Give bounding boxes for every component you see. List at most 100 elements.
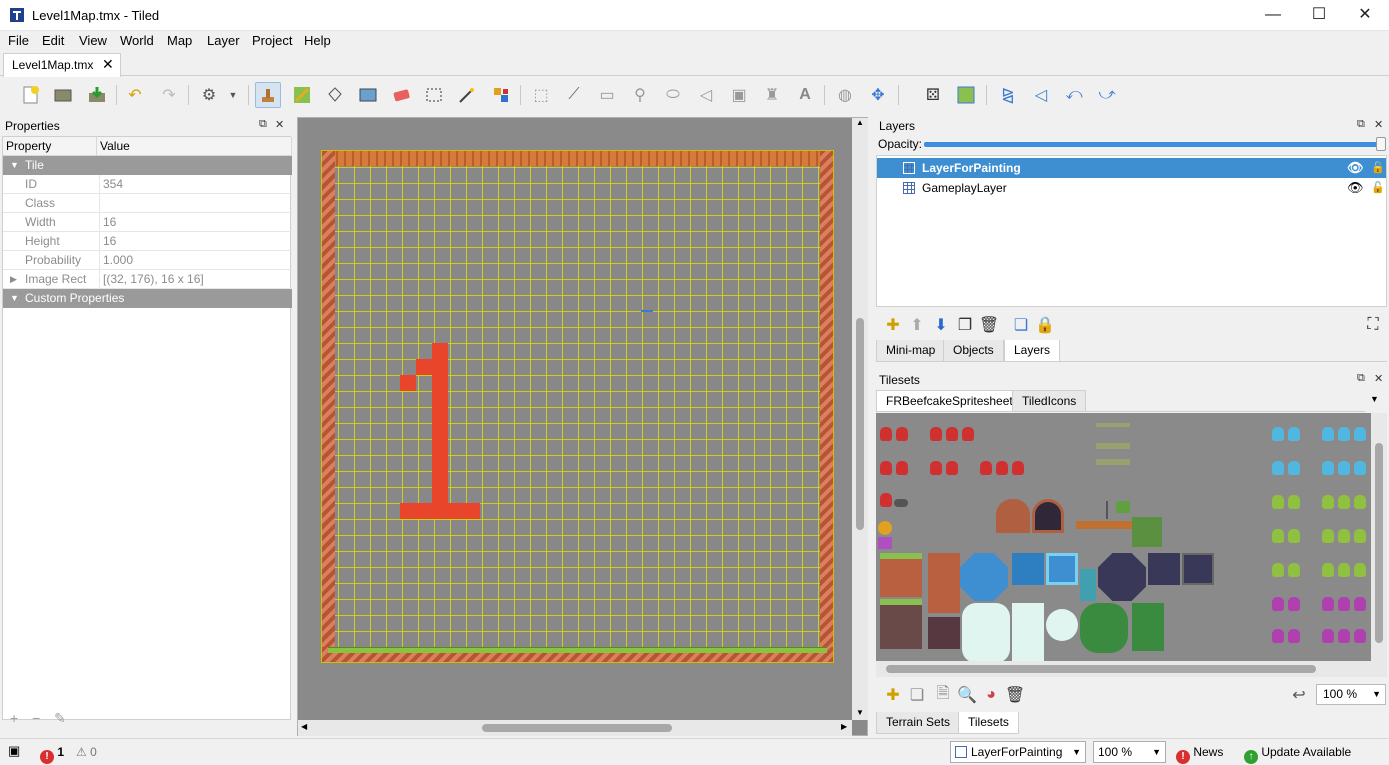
- grass-tile[interactable]: [1132, 517, 1162, 547]
- property-row-width[interactable]: Width 16: [3, 213, 292, 232]
- sprite-tile[interactable]: [1272, 629, 1284, 643]
- update-available-button[interactable]: ↑ Update Available: [1244, 743, 1351, 764]
- property-row-height[interactable]: Height 16: [3, 232, 292, 251]
- show-hide-other-layers-icon[interactable]: ❏: [1008, 312, 1034, 338]
- close-panel-icon[interactable]: ✕: [275, 118, 284, 131]
- document-tab[interactable]: Level1Map.tmx ✕: [3, 53, 121, 77]
- stamp-brush-icon[interactable]: [255, 82, 281, 108]
- float-panel-icon[interactable]: ⧉: [1357, 118, 1365, 131]
- sprite-tile[interactable]: [1272, 461, 1284, 475]
- insert-polygon-icon[interactable]: ◁: [693, 82, 719, 108]
- flag-tile[interactable]: [1116, 501, 1130, 513]
- tab-tiledicons[interactable]: TiledIcons: [1012, 390, 1087, 412]
- property-row-id[interactable]: ID 354: [3, 175, 292, 194]
- sprite-tile[interactable]: [930, 427, 942, 441]
- collapse-arrow-icon[interactable]: ▼: [10, 156, 19, 174]
- close-tab-icon[interactable]: ✕: [102, 56, 114, 73]
- tab-objects[interactable]: Objects: [943, 340, 1004, 362]
- new-tileset-icon[interactable]: ✚: [880, 682, 906, 708]
- menu-file[interactable]: File: [8, 33, 29, 48]
- float-panel-icon[interactable]: ⧉: [1357, 372, 1365, 385]
- menu-view[interactable]: View: [79, 33, 107, 48]
- sprite-tile[interactable]: [1354, 495, 1366, 509]
- platform-tile[interactable]: [1096, 443, 1130, 449]
- duplicate-layer-icon[interactable]: ❐: [952, 312, 978, 338]
- lock-other-layers-icon[interactable]: 🔒: [1032, 312, 1058, 338]
- current-layer-combo[interactable]: LayerForPainting ▼: [950, 741, 1086, 763]
- sprite-tile[interactable]: [1322, 427, 1334, 441]
- platform-tile[interactable]: [1096, 423, 1130, 427]
- unlock-icon[interactable]: 🔓: [1371, 178, 1385, 198]
- rename-property-icon[interactable]: ✎: [54, 710, 66, 726]
- news-button[interactable]: ! News: [1176, 743, 1223, 764]
- map-zoom-combo[interactable]: 100 % ▼: [1093, 741, 1166, 763]
- random-mode-icon[interactable]: ⚄: [920, 82, 946, 108]
- opacity-slider[interactable]: [924, 142, 1382, 147]
- dark-ground-tile[interactable]: [880, 599, 922, 649]
- cloud-tile[interactable]: [962, 603, 1010, 663]
- close-panel-icon[interactable]: ✕: [1374, 372, 1383, 385]
- sprite-tile[interactable]: [1354, 529, 1366, 543]
- shape-fill-icon[interactable]: [355, 82, 381, 108]
- remove-tileset-icon[interactable]: 🗑: [1002, 682, 1028, 708]
- property-row-class[interactable]: Class: [3, 194, 292, 213]
- sprite-tile[interactable]: [1272, 495, 1284, 509]
- blue-tile[interactable]: [1012, 553, 1044, 585]
- sprite-tile[interactable]: [1338, 427, 1350, 441]
- dark-door-tile[interactable]: [1032, 499, 1064, 533]
- expand-arrow-icon[interactable]: ▶: [10, 270, 17, 288]
- sprite-tile[interactable]: [1288, 529, 1300, 543]
- insert-tile-icon[interactable]: ▣: [726, 82, 752, 108]
- sprite-tile[interactable]: [1338, 495, 1350, 509]
- opacity-slider-handle[interactable]: [1376, 137, 1386, 151]
- tileset-horizontal-scroll-thumb[interactable]: [886, 665, 1316, 673]
- raise-layer-icon[interactable]: ⬆: [904, 312, 930, 338]
- ground-grass-tile[interactable]: [880, 553, 922, 597]
- remove-property-icon[interactable]: −: [32, 710, 40, 726]
- wang-fill-icon[interactable]: [953, 82, 979, 108]
- rect-select-icon[interactable]: [421, 82, 447, 108]
- select-same-tile-icon[interactable]: [488, 82, 514, 108]
- menu-layer[interactable]: Layer: [207, 33, 240, 48]
- tileset-tabs-dropdown-icon[interactable]: ▼: [1370, 394, 1379, 404]
- menu-world[interactable]: World: [120, 33, 154, 48]
- rock-tile[interactable]: [894, 499, 908, 507]
- sprite-tile[interactable]: [1354, 427, 1366, 441]
- rotate-right-icon[interactable]: ⤻: [1094, 82, 1120, 108]
- sprite-tile[interactable]: [1354, 629, 1366, 643]
- lower-layer-icon[interactable]: ⬇: [928, 312, 954, 338]
- insert-template-icon[interactable]: ♜: [759, 82, 785, 108]
- sprite-tile[interactable]: [1012, 461, 1024, 475]
- float-panel-icon[interactable]: ⧉: [259, 118, 267, 131]
- add-property-icon[interactable]: +: [10, 710, 18, 726]
- console-icon[interactable]: ▣: [8, 742, 20, 760]
- platform-tile[interactable]: [1096, 459, 1130, 465]
- bucket-fill-icon[interactable]: [322, 82, 348, 108]
- save-icon[interactable]: [84, 82, 110, 108]
- sprite-tile[interactable]: [1322, 629, 1334, 643]
- magic-wand-icon[interactable]: [454, 82, 480, 108]
- sprite-tile[interactable]: [1272, 563, 1284, 577]
- sprite-tile[interactable]: [1338, 461, 1350, 475]
- minimize-button[interactable]: —: [1250, 0, 1296, 31]
- edit-polygons-icon[interactable]: ⟋: [561, 82, 587, 108]
- sprite-tile[interactable]: [996, 461, 1008, 475]
- edit-tileset-icon[interactable]: 🔍: [954, 682, 980, 708]
- warning-count[interactable]: ⚠ 0: [76, 743, 97, 761]
- sprite-tile[interactable]: [1354, 461, 1366, 475]
- tileset-horizontal-scrollbar[interactable]: [876, 661, 1371, 677]
- sprite-tile[interactable]: [1272, 427, 1284, 441]
- embed-tileset-icon[interactable]: ❏: [904, 682, 930, 708]
- tileset-zoom-select[interactable]: 100 % ▼: [1316, 684, 1386, 705]
- sprite-tile[interactable]: [1288, 629, 1300, 643]
- sprite-tile[interactable]: [880, 493, 892, 507]
- tab-tilesets[interactable]: Tilesets: [958, 712, 1019, 734]
- tileset-vertical-scroll-thumb[interactable]: [1375, 443, 1383, 643]
- close-button[interactable]: ✕: [1342, 0, 1388, 31]
- tab-terrain-sets[interactable]: Terrain Sets: [876, 712, 961, 734]
- sprite-tile[interactable]: [1338, 629, 1350, 643]
- sprite-tile[interactable]: [1322, 461, 1334, 475]
- map-vertical-scrollbar[interactable]: ▲ ▼: [852, 118, 868, 720]
- world-tool-icon[interactable]: ◍: [832, 82, 858, 108]
- new-icon[interactable]: [18, 82, 44, 108]
